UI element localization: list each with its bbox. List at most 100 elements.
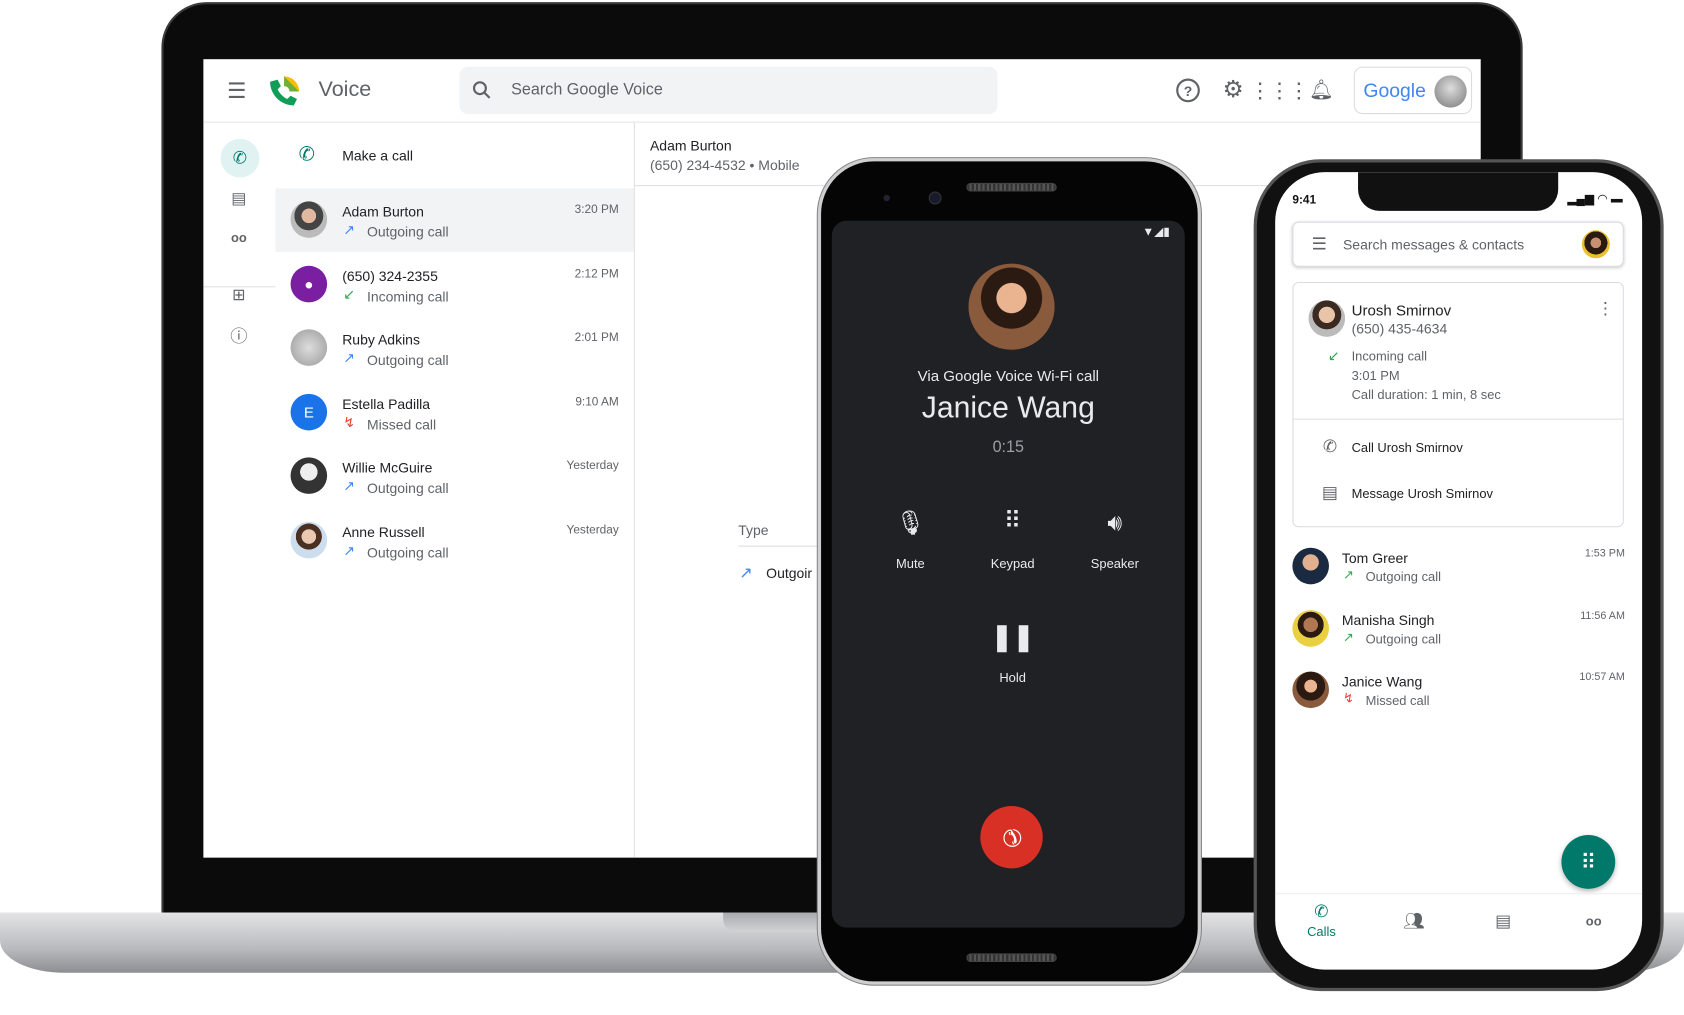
help-icon[interactable]: ? — [1176, 78, 1200, 103]
phone-icon: ✆ — [298, 142, 315, 165]
status-icons: ▼◢▮ — [1142, 225, 1170, 239]
detail-number: (650) 234-4532 • Mobile — [649, 157, 800, 174]
archive-icon[interactable]: ⊞ — [227, 284, 251, 306]
iphone: 9:41 ▂▄▆ ◠ ▬ ☰ Search messages & contact… — [1253, 159, 1664, 992]
account-avatar[interactable] — [1434, 75, 1467, 108]
call-screen: ▼◢▮ Via Google Voice Wi-Fi call Janice W… — [831, 220, 1185, 928]
mute-button[interactable]: 🎙︎ Mute — [867, 503, 953, 578]
contact-name: Anne Russell — [342, 523, 425, 540]
calls-icon[interactable]: ✆ — [220, 138, 260, 178]
call-time: 10:57 AM — [1579, 671, 1625, 684]
app-header: ☰ Voice Search Google Voice ? ⚙ ⋮⋮⋮ 🔔︎ G… — [203, 59, 1481, 123]
search-bar[interactable]: ☰ Search messages & contacts — [1292, 221, 1624, 267]
bottom-nav: ✆ Calls 👥︎ ▤ oo — [1275, 893, 1643, 969]
front-camera — [928, 191, 942, 205]
contact-avatar — [290, 457, 328, 494]
phone-icon: ✆ — [1322, 437, 1338, 457]
search-bar[interactable]: Search Google Voice — [459, 66, 998, 115]
speaker-grille — [966, 182, 1057, 192]
call-time: Yesterday — [566, 523, 619, 537]
call-duration: Call duration: 1 min, 8 sec — [1351, 387, 1501, 403]
google-wordmark: Google — [1363, 79, 1426, 102]
status-icons: ▂▄▆ ◠ ▬ — [1567, 192, 1623, 206]
call-list-item[interactable]: Tom Greer ↗ Outgoing call 1:53 PM — [1284, 541, 1634, 595]
voicemail-icon[interactable]: oo — [1581, 909, 1607, 933]
speaker-icon: 🔊︎ — [1107, 508, 1123, 536]
contacts-icon[interactable]: 👥︎ — [1401, 909, 1427, 933]
keypad-label: Keypad — [990, 556, 1035, 572]
calls-icon: ✆ — [1314, 902, 1329, 922]
search-icon — [470, 79, 494, 103]
outgoing-call-icon: ↗ — [1342, 567, 1354, 583]
call-contact-button[interactable]: ✆ Call Urosh Smirnov — [1293, 427, 1622, 466]
call-list-item[interactable]: ● (650) 324-2355 ↙ Incoming call 2:12 PM — [275, 252, 633, 315]
missed-call-icon: ↯ — [343, 413, 356, 430]
call-list-item[interactable]: Willie McGuire ↗ Outgoing call Yesterday — [275, 444, 633, 507]
hold-button[interactable]: ❚❚ Hold — [970, 619, 1056, 694]
card-divider — [1293, 418, 1623, 420]
caller-avatar — [968, 263, 1055, 350]
contact-name: Ruby Adkins — [342, 331, 420, 348]
speaker-button[interactable]: 🔊︎ Speaker — [1072, 503, 1158, 578]
settings-icon[interactable]: ⚙ — [1221, 75, 1245, 102]
message-icon: ▤ — [1321, 484, 1339, 503]
pane-divider — [633, 122, 635, 858]
menu-icon[interactable]: ☰ — [1309, 234, 1331, 256]
make-call-label: Make a call — [342, 147, 413, 164]
nav-calls[interactable]: ✆ Calls — [1295, 901, 1349, 944]
account-avatar[interactable] — [1581, 230, 1610, 259]
hold-label: Hold — [999, 670, 1026, 686]
call-time: 3:01 PM — [1351, 368, 1400, 384]
sensor — [883, 194, 890, 202]
contact-avatar: ● — [290, 265, 328, 302]
dialpad-fab[interactable]: ⠿ — [1561, 835, 1616, 889]
call-list-item[interactable]: Manisha Singh ↗ Outgoing call 11:56 AM — [1284, 603, 1634, 657]
contact-avatar — [1292, 609, 1329, 647]
contact-name: Willie McGuire — [342, 459, 433, 476]
messages-icon[interactable]: ▤ — [1490, 909, 1516, 933]
voicemail-icon[interactable]: oo — [227, 227, 251, 249]
bottom-speaker — [966, 953, 1057, 963]
menu-icon[interactable]: ☰ — [225, 79, 249, 103]
contact-name: Janice Wang — [1341, 673, 1423, 690]
type-value: Outgoir — [766, 564, 813, 582]
contact-avatar — [290, 329, 328, 366]
call-type: Outgoing call — [366, 479, 449, 497]
outgoing-call-icon: ↗ — [343, 221, 356, 238]
search-input[interactable]: Search Google Voice — [511, 81, 663, 99]
call-type: Missed call — [1365, 693, 1430, 709]
make-call-button[interactable]: ✆ Make a call — [275, 123, 633, 188]
message-contact-button[interactable]: ▤ Message Urosh Smirnov — [1293, 473, 1622, 512]
spam-icon[interactable]: ⓘ — [227, 324, 251, 346]
incoming-call-icon: ↙ — [343, 285, 356, 302]
notifications-icon[interactable]: 🔔︎ — [1309, 77, 1334, 101]
call-list-item[interactable]: Adam Burton ↗ Outgoing call 3:20 PM — [275, 188, 634, 252]
call-time: 3:20 PM — [574, 203, 619, 217]
more-options-icon[interactable]: ⋮ — [1597, 298, 1614, 320]
messages-icon[interactable]: ▤ — [227, 187, 251, 209]
contact-name: Urosh Smirnov — [1351, 301, 1452, 319]
pause-icon: ❚❚ — [990, 622, 1035, 652]
search-input[interactable]: Search messages & contacts — [1343, 237, 1524, 253]
call-list-item[interactable]: Ruby Adkins ↗ Outgoing call 2:01 PM — [275, 316, 633, 379]
app-name: Voice — [318, 77, 372, 102]
mute-icon: 🎙︎ — [895, 508, 926, 536]
call-list-item[interactable]: Anne Russell ↗ Outgoing call Yesterday — [275, 508, 633, 571]
call-list-item[interactable]: Janice Wang ↯ Missed call 10:57 AM — [1284, 665, 1634, 719]
contact-number: (650) 435-4634 — [1351, 320, 1448, 337]
apps-icon[interactable]: ⋮⋮⋮ — [1249, 79, 1309, 103]
call-list-item[interactable]: E Estella Padilla ↯ Missed call 9:10 AM — [275, 380, 633, 443]
call-time: 2:12 PM — [574, 267, 619, 281]
account-button[interactable]: Google — [1353, 66, 1473, 115]
message-action-label: Message Urosh Smirnov — [1351, 486, 1493, 502]
end-call-button[interactable]: ✆ — [967, 793, 1056, 882]
call-time: Yesterday — [566, 459, 619, 473]
contact-name: Manisha Singh — [1341, 611, 1435, 628]
speaker-label: Speaker — [1090, 556, 1139, 572]
notch — [1358, 172, 1559, 211]
keypad-button[interactable]: ⠿ Keypad — [970, 503, 1056, 578]
contact-name: Estella Padilla — [342, 395, 431, 412]
contact-name: Adam Burton — [342, 203, 424, 220]
call-time: 1:53 PM — [1584, 547, 1625, 560]
contact-avatar — [1308, 300, 1346, 337]
